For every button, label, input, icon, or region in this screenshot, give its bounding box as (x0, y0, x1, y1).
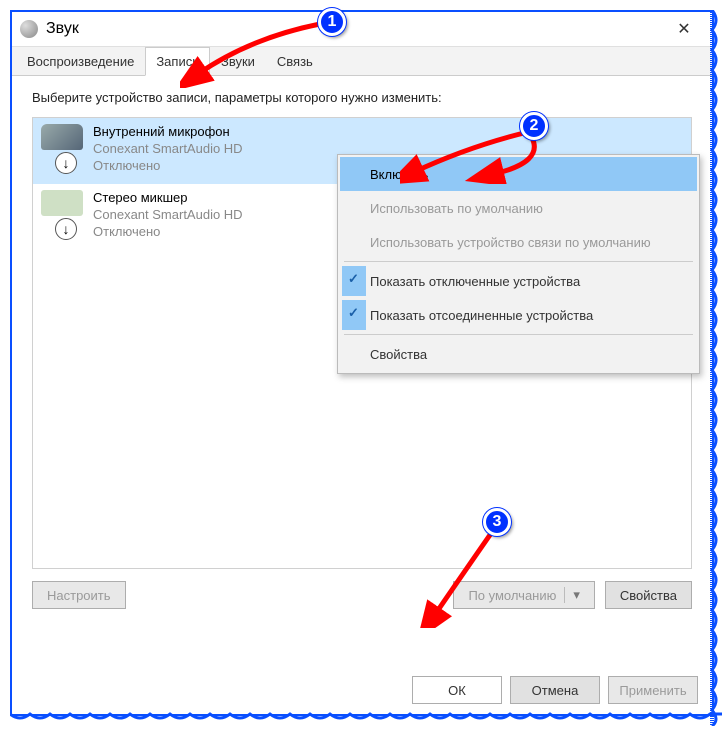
titlebar: Звук ✕ (12, 12, 712, 46)
down-arrow-icon: ↓ (55, 218, 77, 240)
bottom-buttons: Настроить По умолчанию Свойства (32, 581, 692, 609)
apply-button[interactable]: Применить (608, 676, 698, 704)
ok-button[interactable]: ОК (412, 676, 502, 704)
cancel-button[interactable]: Отмена (510, 676, 600, 704)
window-title: Звук (46, 20, 79, 38)
menu-show-disabled[interactable]: Показать отключенные устройства (340, 264, 697, 298)
sound-icon (20, 20, 38, 38)
mixer-icon: ↓ (41, 190, 83, 240)
dialog-buttons: ОК Отмена Применить (412, 676, 698, 704)
instruction-text: Выберите устройство записи, параметры ко… (32, 90, 692, 105)
properties-button[interactable]: Свойства (605, 581, 692, 609)
menu-set-comm[interactable]: Использовать устройство связи по умолчан… (340, 225, 697, 259)
annotation-badge-1: 1 (318, 8, 346, 36)
menu-set-default[interactable]: Использовать по умолчанию (340, 191, 697, 225)
microphone-icon: ↓ (41, 124, 83, 174)
menu-label: Показать отсоединенные устройства (370, 308, 593, 323)
menu-show-disconnected[interactable]: Показать отсоединенные устройства (340, 298, 697, 332)
configure-button[interactable]: Настроить (32, 581, 126, 609)
tab-sounds[interactable]: Звуки (210, 47, 266, 76)
jagged-edge-bottom (10, 710, 722, 728)
menu-label: Показать отключенные устройства (370, 274, 580, 289)
tab-playback[interactable]: Воспроизведение (16, 47, 145, 76)
device-name: Внутренний микрофон (93, 124, 683, 141)
close-button[interactable]: ✕ (664, 14, 704, 44)
annotation-badge-2: 2 (520, 112, 548, 140)
context-menu: Включить Использовать по умолчанию Испол… (337, 154, 700, 374)
default-button[interactable]: По умолчанию (453, 581, 594, 609)
menu-separator (344, 261, 693, 262)
annotation-badge-3: 3 (483, 508, 511, 536)
tab-recording[interactable]: Запись (145, 47, 210, 76)
tab-bar: Воспроизведение Запись Звуки Связь (12, 46, 712, 76)
menu-separator (344, 334, 693, 335)
menu-enable[interactable]: Включить (340, 157, 697, 191)
jagged-edge-right (708, 10, 726, 726)
down-arrow-icon: ↓ (55, 152, 77, 174)
tab-comm[interactable]: Связь (266, 47, 324, 76)
menu-properties[interactable]: Свойства (340, 337, 697, 371)
